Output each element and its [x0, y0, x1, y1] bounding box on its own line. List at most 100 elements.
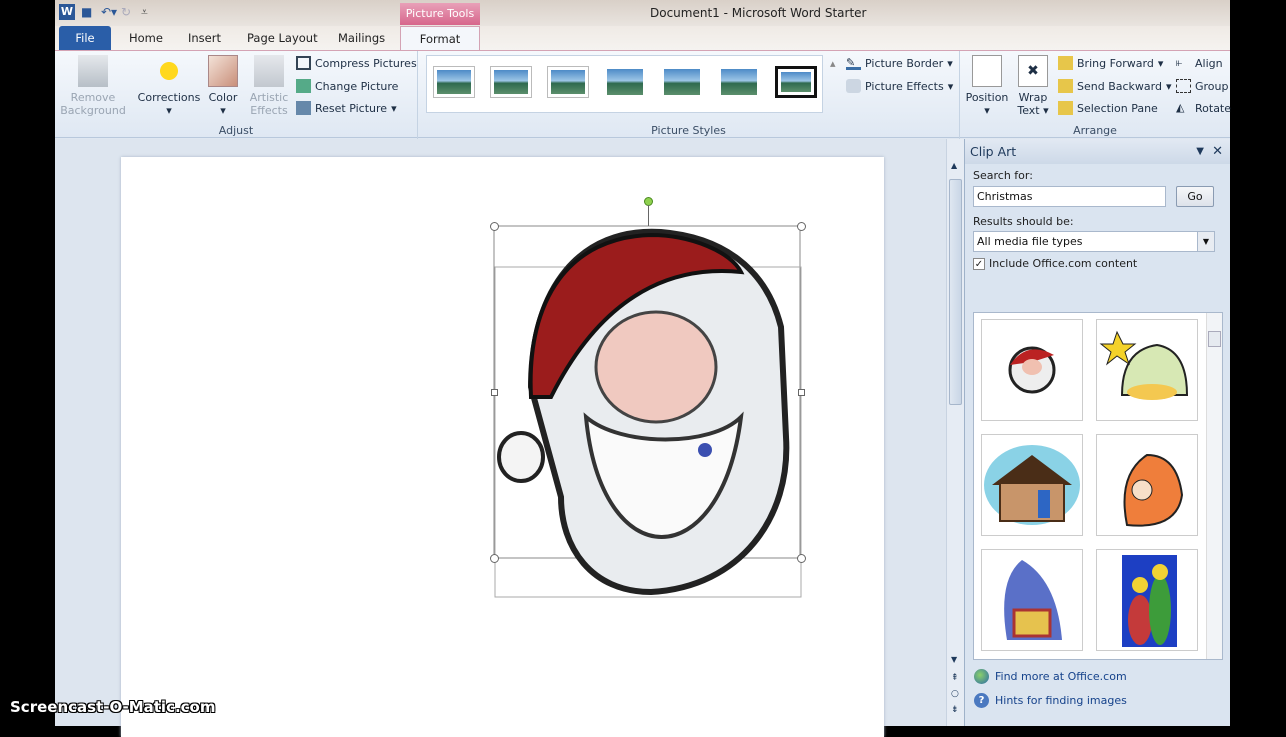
picture-tools-label: Picture Tools — [400, 3, 480, 25]
undo-icon[interactable]: ↶▾ — [101, 5, 117, 19]
clip-result-nativity-night[interactable] — [981, 549, 1083, 651]
ribbon-tabs: File Home Insert Page Layout Mailings Fo… — [55, 26, 1230, 50]
reset-picture-icon — [296, 101, 311, 115]
color-icon — [208, 55, 238, 87]
style-thumb[interactable] — [775, 66, 817, 98]
resize-handle[interactable] — [490, 554, 499, 563]
arrange-group-label: Arrange — [1073, 124, 1117, 137]
rotate-icon: ◭ — [1176, 101, 1185, 114]
clip-result-nativity-stable[interactable] — [981, 434, 1083, 536]
results-label: Results should be: — [973, 215, 1074, 228]
ribbon: Remove Background Corrections ▾ Color ▾ Ar… — [55, 50, 1231, 139]
wrap-text-icon: ✖ — [1018, 55, 1048, 87]
compress-icon — [296, 56, 311, 70]
selection-pane-button[interactable]: Selection Pane — [1058, 101, 1158, 115]
window-title: Document1 - Microsoft Word Starter — [650, 6, 867, 20]
change-picture-button[interactable]: Change Picture — [296, 79, 398, 93]
tab-insert[interactable]: Insert — [188, 26, 221, 50]
style-thumb[interactable] — [604, 66, 646, 98]
tab-home[interactable]: Home — [129, 26, 163, 50]
tab-page-layout[interactable]: Page Layout — [247, 26, 318, 50]
sun-icon — [154, 55, 184, 87]
rotate-button[interactable]: ◭ Rotate — [1176, 101, 1231, 115]
checkbox-icon[interactable]: ✓ — [973, 257, 985, 270]
word-logo-icon[interactable]: W — [59, 4, 75, 20]
rotate-handle-stem — [648, 205, 649, 226]
send-backward-button[interactable]: Send Backward ▾ — [1058, 79, 1172, 93]
picture-border-button[interactable]: ✎ Picture Border ▾ — [846, 56, 953, 70]
clip-result-mother-child[interactable] — [1096, 434, 1198, 536]
find-more-link[interactable]: Find more at Office.com — [974, 669, 1127, 684]
results-scrollbar[interactable] — [1206, 313, 1222, 659]
cursor-move-icon — [698, 443, 712, 457]
word-window: W ■ ↶▾ ↻ ⩡ Picture Tools Document1 - Mic… — [55, 0, 1231, 737]
remove-background-button[interactable]: Remove Background — [59, 55, 127, 117]
adjust-group: Remove Background Corrections ▾ Color ▾ Ar… — [55, 51, 418, 139]
corrections-button[interactable]: Corrections ▾ — [137, 55, 201, 117]
arrange-group: Position ▾ ✖ Wrap Text ▾ Bring Forward ▾ S… — [960, 51, 1231, 139]
redo-icon[interactable]: ↻ — [121, 5, 135, 19]
include-office-checkbox[interactable]: ✓ Include Office.com content — [973, 257, 1137, 270]
picture-border-icon: ✎ — [846, 56, 861, 70]
scroll-up-icon[interactable]: ▲ — [951, 161, 957, 170]
santa-clip-art-image[interactable] — [491, 197, 811, 607]
group-button[interactable]: Group — [1176, 79, 1229, 93]
browse-object-icon[interactable]: ○ — [951, 689, 959, 699]
clip-result-holy-family[interactable] — [1096, 549, 1198, 651]
vertical-scrollbar[interactable]: ▲ ▼ ⇞ ○ ⇟ — [946, 139, 964, 726]
style-thumb[interactable] — [547, 66, 589, 98]
align-button[interactable]: ⫦ Align — [1176, 56, 1223, 70]
resize-handle[interactable] — [490, 222, 499, 231]
change-picture-icon — [296, 79, 311, 93]
picture-styles-group: ▴ ✎ Picture Border ▾ Picture Effects ▾ Pi… — [418, 51, 960, 139]
customize-qat-icon[interactable]: ⩡ — [141, 5, 155, 19]
media-type-select[interactable]: All media file types ▼ — [973, 231, 1215, 252]
picture-styles-gallery[interactable] — [426, 55, 823, 113]
resize-handle[interactable] — [491, 389, 498, 396]
pane-options-icon[interactable]: ▼ — [1196, 139, 1204, 164]
previous-page-icon[interactable]: ⇞ — [951, 673, 959, 683]
resize-handle[interactable] — [798, 389, 805, 396]
style-thumb[interactable] — [661, 66, 703, 98]
selection-pane-icon — [1058, 101, 1073, 115]
search-input[interactable]: Christmas — [973, 186, 1166, 207]
style-thumb[interactable] — [433, 66, 475, 98]
resize-handle[interactable] — [797, 554, 806, 563]
gallery-scroll-buttons[interactable]: ▴ — [830, 57, 836, 70]
document-page[interactable] — [121, 157, 884, 737]
save-icon[interactable]: ■ — [81, 5, 95, 19]
next-page-icon[interactable]: ⇟ — [951, 705, 959, 715]
scroll-down-icon[interactable]: ▼ — [951, 655, 957, 664]
picture-styles-group-label: Picture Styles — [651, 124, 726, 137]
results-scroll-thumb[interactable] — [1208, 331, 1221, 347]
scroll-thumb[interactable] — [949, 179, 962, 405]
wrap-text-button[interactable]: ✖ Wrap Text ▾ — [1012, 55, 1054, 117]
group-icon — [1176, 79, 1191, 93]
clip-result-santa[interactable] — [981, 319, 1083, 421]
tab-format[interactable]: Format — [400, 26, 480, 50]
picture-effects-button[interactable]: Picture Effects ▾ — [846, 79, 953, 93]
artistic-effects-icon — [254, 55, 284, 87]
help-icon: ? — [974, 693, 989, 708]
go-button[interactable]: Go — [1176, 186, 1214, 207]
close-icon[interactable]: ✕ — [1212, 139, 1223, 164]
chevron-down-icon[interactable]: ▼ — [1197, 232, 1214, 251]
tab-file[interactable]: File — [59, 26, 111, 50]
resize-handle[interactable] — [797, 222, 806, 231]
position-icon — [972, 55, 1002, 87]
bring-forward-button[interactable]: Bring Forward ▾ — [1058, 56, 1163, 70]
color-button[interactable]: Color ▾ — [205, 55, 241, 117]
style-thumb[interactable] — [490, 66, 532, 98]
clip-art-pane-header: Clip Art ▼ ✕ — [965, 139, 1230, 164]
bring-forward-icon — [1058, 56, 1073, 70]
clip-art-results — [973, 312, 1223, 660]
reset-picture-button[interactable]: Reset Picture ▾ — [296, 101, 397, 115]
clip-result-star-nativity[interactable] — [1096, 319, 1198, 421]
artistic-effects-button[interactable]: Artistic Effects — [245, 55, 293, 117]
hints-link[interactable]: ? Hints for finding images — [974, 693, 1127, 708]
tab-mailings[interactable]: Mailings — [338, 26, 385, 50]
compress-pictures-button[interactable]: Compress Pictures — [296, 56, 417, 70]
style-thumb[interactable] — [718, 66, 760, 98]
office-globe-icon — [974, 669, 989, 684]
position-button[interactable]: Position ▾ — [964, 55, 1010, 117]
